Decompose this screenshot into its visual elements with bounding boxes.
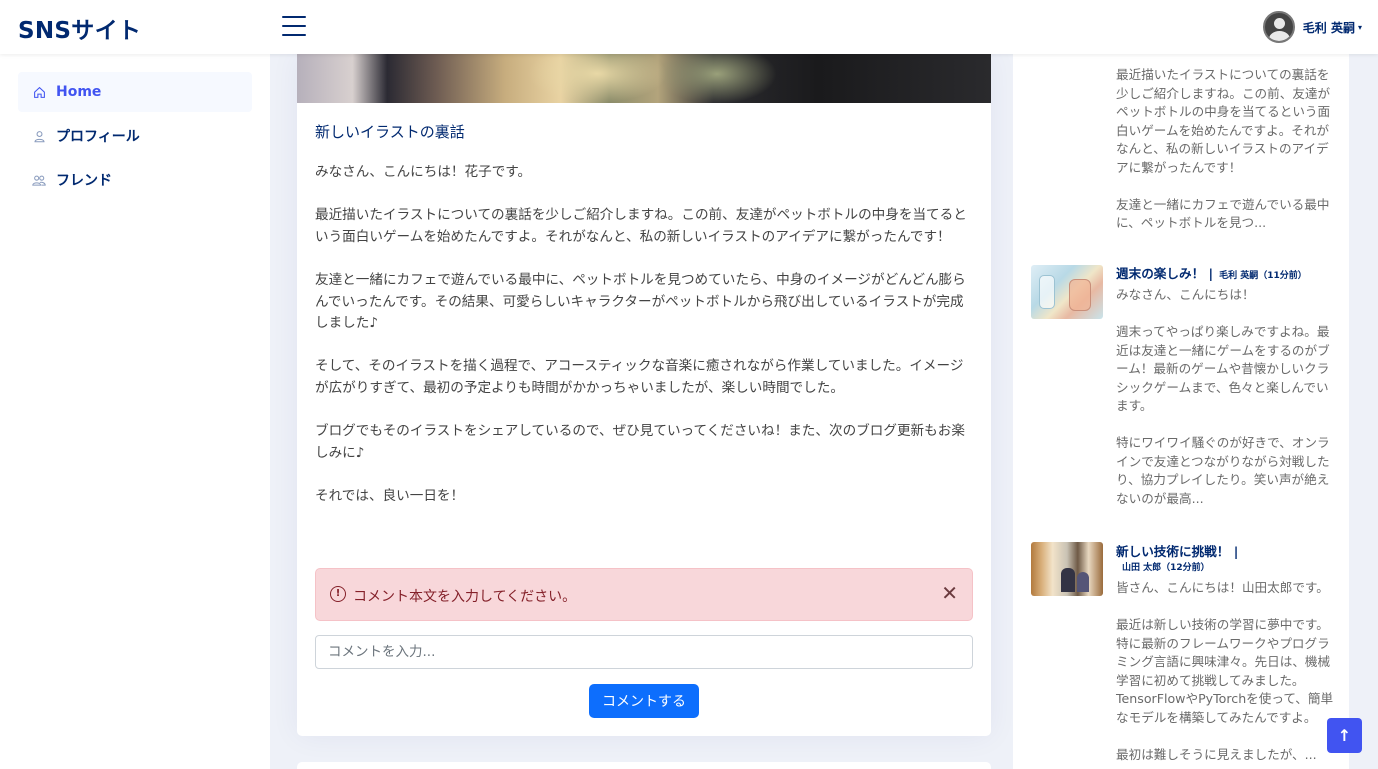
post-meta: 山田 太郎（12分前） (1122, 563, 1210, 573)
excerpt-paragraph: 最初は難しそうに見えましたが、... (1116, 746, 1317, 762)
post-paragraph: そして、そのイラストを描く過程で、アコースティックな音楽に癒されながら作業してい… (315, 358, 964, 396)
menu-toggle-icon[interactable] (282, 16, 306, 38)
post-excerpt: 皆さん、こんにちは！山田太郎です。 最近は新しい技術の学習に夢中です。特に最新の… (1116, 579, 1334, 764)
avatar[interactable] (1262, 11, 1295, 43)
excerpt-paragraph: みなさん、こんにちは！ (1116, 287, 1255, 302)
user-name: 毛利 英嗣 (1302, 20, 1355, 35)
post-excerpt: 最近描いたイラストについての裏話を少しご紹介しますね。この前、友達がペットボトル… (1116, 66, 1334, 233)
post-image (297, 54, 991, 103)
error-alert: ! コメント本文を入力してください。 ✕ (315, 568, 973, 621)
excerpt-paragraph: 最近描いたイラストについての裏話を少しご紹介しますね。この前、友達がペットボトル… (1116, 67, 1331, 175)
post-card: 新しいイラストの裏話 みなさん、こんにちは！花子です。 最近描いたイラストについ… (297, 54, 991, 736)
post-title: 新しいイラストの裏話 (315, 123, 465, 141)
excerpt-paragraph: 皆さん、こんにちは！山田太郎です。 (1116, 580, 1329, 595)
post-paragraph: ブログでもそのイラストをシェアしているので、ぜひ見ていってくださいね！また、次の… (315, 423, 965, 461)
sidebar: Home プロフィール フレンド (0, 54, 270, 769)
user-menu[interactable]: 毛利 英嗣 ▾ (1262, 11, 1362, 43)
post-paragraph: 友達と一緒にカフェで遊んでいる最中に、ペットボトルを見つめていたら、中身のイメー… (315, 271, 966, 332)
post-paragraph: それでは、良い一日を！ (315, 487, 465, 504)
post-title-text: 新しい技術に挑戦！ | (1116, 544, 1239, 559)
post-body: みなさん、こんにちは！花子です。 最近描いたイラストについての裏話を少しご紹介し… (315, 162, 971, 529)
post-thumbnail[interactable] (1031, 265, 1103, 319)
alert-message: コメント本文を入力してください。 (353, 589, 577, 605)
excerpt-paragraph: 週末ってやっぱり楽しみですよね。最近は友達と一緒にゲームをするのがブーム！最新の… (1116, 324, 1330, 413)
exclamation-circle-icon: ! (330, 586, 346, 602)
post-paragraph: 最近描いたイラストについての裏話を少しご紹介しますね。この前、友達がペットボトル… (315, 207, 967, 245)
post-thumbnail[interactable] (1031, 542, 1103, 596)
post-link-title[interactable]: 新しい技術に挑戦！ | 山田 太郎（12分前） (1116, 541, 1334, 573)
people-icon (32, 173, 46, 187)
sidebar-item-label: Home (56, 84, 102, 100)
chevron-down-icon: ▾ (1357, 22, 1362, 32)
excerpt-paragraph: 最近は新しい技術の学習に夢中です。特に最新のフレームワークやプログラミング言語に… (1116, 617, 1334, 725)
post-title-text: 週末の楽しみ！ | (1116, 266, 1214, 281)
person-icon (32, 129, 46, 143)
comment-submit-button[interactable]: コメントする (589, 684, 699, 718)
site-logo[interactable]: SNSサイト (18, 11, 141, 45)
arrow-up-icon: ↑ (1337, 726, 1352, 745)
sidebar-item-label: プロフィール (56, 129, 140, 145)
excerpt-paragraph: 特にワイワイ騒ぐのが好きで、オンラインで友達とつながりながら対戦したり、協力プレ… (1116, 435, 1330, 506)
top-header: SNSサイト 毛利 英嗣 ▾ (0, 0, 1378, 54)
sidebar-item-label: フレンド (56, 173, 112, 189)
close-icon[interactable]: ✕ (941, 583, 958, 603)
next-post-card (297, 762, 991, 769)
comment-input[interactable] (315, 635, 973, 669)
sidebar-item-friends[interactable]: フレンド (18, 160, 252, 200)
post-paragraph: みなさん、こんにちは！花子です。 (315, 164, 532, 180)
back-to-top-button[interactable]: ↑ (1327, 718, 1362, 753)
post-meta: 毛利 英嗣（11分前） (1219, 271, 1307, 281)
home-icon (32, 85, 46, 99)
sidebar-item-home[interactable]: Home (18, 72, 252, 112)
sidebar-item-profile[interactable]: プロフィール (18, 116, 252, 156)
post-excerpt: みなさん、こんにちは！ 週末ってやっぱり楽しみですよね。最近は友達と一緒にゲーム… (1116, 286, 1334, 508)
excerpt-paragraph: 友達と一緒にカフェで遊んでいる最中に、ペットボトルを見つ... (1116, 196, 1330, 231)
post-link-title[interactable]: 週末の楽しみ！ | 毛利 英嗣（11分前） (1116, 263, 1307, 282)
recent-posts-panel: 最近描いたイラストについての裏話を少しご紹介しますね。この前、友達がペットボトル… (1013, 54, 1349, 769)
